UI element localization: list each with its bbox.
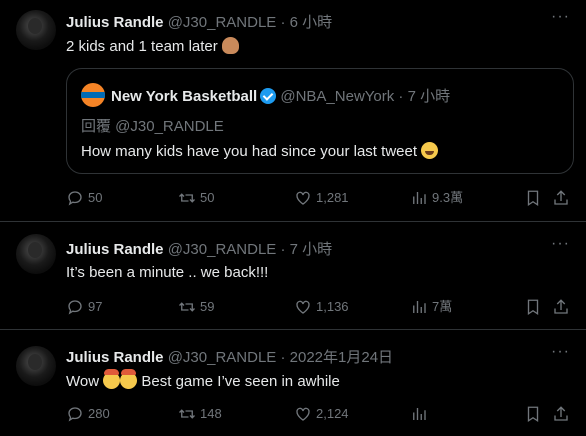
bookmark-button[interactable] [524, 188, 546, 208]
views-button[interactable]: 9.3萬 [410, 188, 463, 208]
tweet[interactable]: Julius Randle @J30_RANDLE · 7 小時 ··· It’… [0, 222, 586, 330]
timestamp[interactable]: 6 小時 [290, 14, 333, 31]
views-count: 7萬 [432, 299, 453, 314]
tweet-header: Julius Randle @J30_RANDLE · 7 小時 [66, 238, 332, 259]
quoted-tweet-header: New York Basketball @NBA_NewYork · 7 小時 [111, 85, 450, 106]
views-button[interactable] [410, 404, 432, 424]
views-chart-icon [413, 408, 426, 420]
separator: · [398, 88, 404, 105]
separator: · [280, 14, 286, 31]
reply-icon [68, 191, 82, 206]
retweet-button[interactable]: 59 [178, 297, 214, 317]
quoted-timestamp[interactable]: 7 小時 [408, 88, 451, 105]
author-name[interactable]: Julius Randle [66, 14, 164, 31]
author-handle[interactable]: @J30_RANDLE [168, 14, 277, 31]
tweet-text-start: Wow [66, 373, 104, 390]
facepalm-emoji-icon [221, 37, 239, 54]
heart-icon [296, 300, 310, 314]
reply-count: 97 [88, 299, 103, 314]
quoted-text-content: How many kids have you had since your la… [81, 143, 422, 160]
separator: · [280, 241, 286, 258]
heart-icon [296, 407, 310, 421]
heart-icon [296, 191, 310, 205]
author-handle[interactable]: @J30_RANDLE [168, 241, 277, 258]
more-options-icon[interactable]: ··· [551, 343, 570, 361]
like-button[interactable]: 1,136 [294, 297, 349, 317]
views-chart-icon [413, 301, 426, 313]
tweet-actions: 97 59 1,136 7萬 [66, 297, 570, 317]
reply-button[interactable]: 50 [66, 188, 102, 208]
mind-blown-emoji-icon [120, 369, 138, 389]
verified-badge-icon [260, 88, 277, 104]
author-handle[interactable]: @J30_RANDLE [168, 349, 277, 366]
tweet[interactable]: Julius Randle @J30_RANDLE · 2022年1月24日 ·… [0, 330, 586, 436]
share-icon [554, 190, 568, 205]
reply-icon [68, 300, 82, 315]
retweet-icon [179, 302, 195, 312]
retweet-button[interactable]: 148 [178, 404, 222, 424]
retweet-icon [179, 193, 195, 203]
author-name[interactable]: Julius Randle [66, 349, 164, 366]
author-name[interactable]: Julius Randle [66, 241, 164, 258]
tweet-actions: 50 50 1,281 9.3萬 [66, 188, 570, 208]
tweet-text-end: Best game I’ve seen in awhile [137, 373, 340, 390]
reply-icon [68, 407, 82, 422]
tweet-text: It’s been a minute .. we back!!! [66, 264, 269, 281]
reply-count: 280 [88, 406, 110, 421]
tweet[interactable]: Julius Randle @J30_RANDLE · 6 小時 ··· 2 k… [0, 0, 586, 222]
avatar[interactable] [16, 10, 56, 50]
knicks-logo-avatar[interactable] [81, 83, 105, 107]
reply-count: 50 [88, 190, 103, 205]
timestamp[interactable]: 7 小時 [290, 241, 333, 258]
bookmark-button[interactable] [524, 404, 546, 424]
share-icon [554, 406, 568, 421]
tweet-header: Julius Randle @J30_RANDLE · 6 小時 [66, 11, 332, 32]
bookmark-icon [527, 190, 539, 207]
reply-button[interactable]: 280 [66, 404, 110, 424]
like-count: 1,281 [316, 190, 349, 205]
bookmark-icon [527, 406, 539, 423]
laughing-emoji-icon [421, 142, 439, 159]
bookmark-icon [527, 299, 539, 316]
reply-button[interactable]: 97 [66, 297, 102, 317]
tweet-text-content: 2 kids and 1 team later [66, 38, 222, 55]
tweet-actions: 280 148 2,124 [66, 404, 570, 424]
tweet-header: Julius Randle @J30_RANDLE · 2022年1月24日 [66, 346, 393, 367]
avatar[interactable] [16, 234, 56, 274]
like-count: 1,136 [316, 299, 349, 314]
retweet-button[interactable]: 50 [178, 188, 214, 208]
share-button[interactable] [552, 188, 574, 208]
views-button[interactable]: 7萬 [410, 297, 452, 317]
more-options-icon[interactable]: ··· [551, 8, 570, 26]
mind-blown-emoji-icon [103, 369, 121, 389]
share-icon [554, 299, 568, 314]
separator: · [280, 349, 286, 366]
bookmark-button[interactable] [524, 297, 546, 317]
more-options-icon[interactable]: ··· [551, 235, 570, 253]
tweet-text: 2 kids and 1 team later [66, 37, 239, 55]
share-button[interactable] [552, 297, 574, 317]
like-count: 2,124 [316, 406, 349, 421]
quoted-author-name[interactable]: New York Basketball [111, 88, 257, 105]
share-button[interactable] [552, 404, 574, 424]
retweet-count: 148 [200, 406, 222, 421]
retweet-icon [179, 409, 195, 419]
avatar[interactable] [16, 346, 56, 386]
quoted-tweet[interactable]: New York Basketball @NBA_NewYork · 7 小時 … [66, 68, 574, 174]
retweet-count: 50 [200, 190, 215, 205]
like-button[interactable]: 1,281 [294, 188, 349, 208]
tweet-text: Wow Best game I’ve seen in awhile [66, 369, 340, 390]
reply-context: 回覆 @J30_RANDLE [81, 118, 224, 135]
views-count: 9.3萬 [432, 190, 464, 205]
quoted-author-handle[interactable]: @NBA_NewYork [280, 88, 394, 105]
retweet-count: 59 [200, 299, 215, 314]
views-chart-icon [413, 192, 426, 204]
timestamp[interactable]: 2022年1月24日 [290, 349, 393, 366]
like-button[interactable]: 2,124 [294, 404, 349, 424]
quoted-tweet-text: How many kids have you had since your la… [81, 142, 439, 160]
